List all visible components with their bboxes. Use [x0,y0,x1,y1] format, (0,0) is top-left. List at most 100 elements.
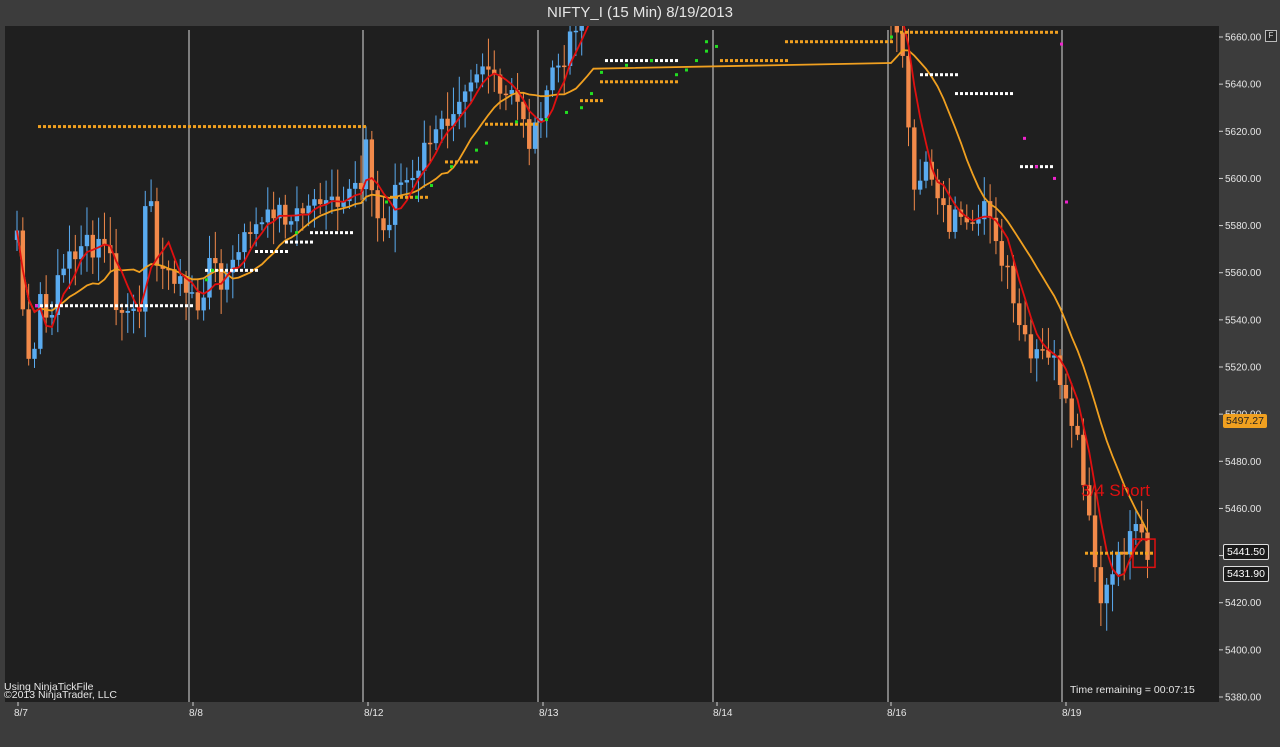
candle-body [90,234,95,258]
dot-level [170,304,173,308]
dot-level [255,268,258,272]
dot-level [760,59,763,63]
candle-body [952,209,958,232]
dot-level [1050,165,1053,169]
candle-body [480,66,485,75]
candle-body [189,292,195,294]
candle-body [300,208,305,214]
dot-level [955,92,958,96]
last-price-tag: 5441.50 [1223,544,1269,560]
dot-level [960,92,963,96]
dot-level [975,30,978,34]
candle-body [422,142,427,171]
dot-level [975,92,978,96]
dot-level [338,125,341,129]
stop-dot [515,120,518,124]
dot-level [605,59,608,63]
dot-level [1035,30,1038,34]
dot-level [840,40,843,44]
dot-level [675,80,678,84]
signal-dot [35,304,38,308]
dot-level [145,304,148,308]
dot-level [113,125,116,129]
x-tick-label: 8/7 [14,708,28,719]
dot-level [295,240,298,244]
candle-body [26,309,31,359]
dot-level [178,125,181,129]
y-tick-label: 5480.00 [1225,457,1262,468]
dot-level [815,40,818,44]
dot-level [830,40,833,44]
candle-body [912,127,917,190]
dot-level [665,59,668,63]
dot-level [50,304,53,308]
dot-level [68,125,71,129]
stop-dot [415,195,418,199]
dot-level [153,125,156,129]
dot-level [40,304,43,308]
x-tick-label: 8/13 [539,708,559,719]
candle-body [369,139,375,191]
price-chart-svg[interactable] [5,26,1219,702]
dot-level [600,99,603,103]
dot-level [43,125,46,129]
candle-body [119,310,125,313]
dot-level [160,304,163,308]
x-tick-label: 8/12 [364,708,384,719]
dot-level [825,40,828,44]
dot-level [925,30,928,34]
dot-level [950,73,953,77]
dot-level [1000,92,1003,96]
dot-level [260,250,263,253]
dot-level [920,73,923,77]
dot-level [128,125,131,129]
dot-level [610,59,613,63]
candle-body [67,251,72,269]
dot-level [258,125,261,129]
dot-level [900,30,903,34]
chart-options-button[interactable]: F [1265,30,1277,42]
dot-level [225,268,228,272]
dot-level [930,30,933,34]
dot-level [650,80,653,84]
dot-level [330,231,333,235]
dot-level [960,30,963,34]
dot-level [460,160,463,164]
dot-level [180,304,183,308]
candle-body [1098,567,1104,604]
candle-body [283,204,288,225]
dot-level [280,250,283,253]
dot-level [990,30,993,34]
candle-body [1011,265,1016,304]
stop-dot [485,141,488,145]
dot-level [465,160,468,164]
dot-level [625,59,628,63]
dot-level [405,195,408,199]
dot-level [168,125,171,129]
candle-body [398,182,404,185]
time-remaining: Time remaining = 00:07:15 [1070,684,1195,696]
dot-level [905,30,908,34]
y-tick-label: 5640.00 [1225,80,1262,91]
dot-level [940,30,943,34]
candle-body [392,184,398,225]
dot-level [475,160,478,164]
dot-level [605,80,608,84]
candle-body [329,196,335,201]
y-tick-label: 5520.00 [1225,363,1262,374]
dot-level [115,304,118,308]
dot-level [425,195,428,199]
dot-level [158,125,161,129]
dot-level [675,59,678,63]
chart-title: NIFTY_I (15 Min) 8/19/2013 [547,4,733,21]
dot-level [1100,551,1103,555]
candle-body [131,308,136,311]
candle-body [381,218,386,231]
plot-area[interactable] [5,26,1219,702]
dot-level [290,240,293,244]
dot-level [520,122,523,126]
dot-level [75,304,78,308]
candle-body [248,232,253,234]
dot-level [53,125,56,129]
candle-body [253,224,259,234]
